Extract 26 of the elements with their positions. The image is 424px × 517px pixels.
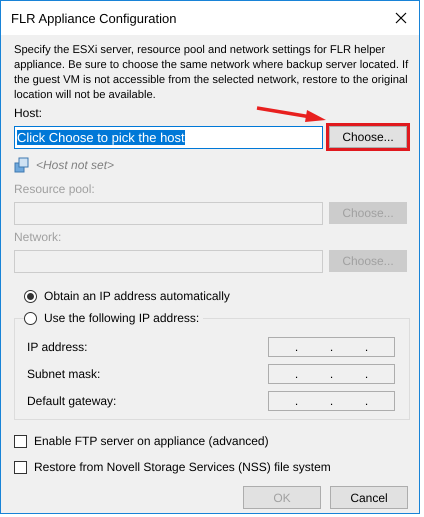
radio-label: Use the following IP address: [44, 311, 200, 325]
ip-address-field[interactable]: . . . [268, 337, 395, 357]
field-label: Subnet mask: [27, 367, 100, 381]
checkbox-label: Enable FTP server on appliance (advanced) [34, 434, 269, 448]
radio-button[interactable] [24, 312, 37, 324]
description-text: Specify the ESXi server, resource pool and network settings for FLR helper appliance. Be sure to choose the same network where backup server located. If the guest VM is not accessible from the selected network, restore to the original location will not be available. [14, 43, 410, 103]
dialog-button[interactable]: Cancel [330, 486, 408, 509]
field-label: Resource pool: [14, 182, 95, 197]
radio-label: Obtain an IP address automatically [44, 289, 230, 303]
choose-button[interactable]: Choose... [329, 126, 407, 148]
checkbox[interactable] [14, 460, 27, 474]
radio-button[interactable] [24, 290, 37, 302]
ip-address-field[interactable]: . . . [268, 391, 395, 411]
close-icon[interactable] [395, 12, 407, 24]
host-status: <Host not set> [36, 158, 114, 172]
arrow [255, 105, 327, 123]
field-label: Network: [14, 230, 62, 245]
checkbox[interactable] [14, 434, 27, 448]
ip-address-field[interactable]: . . . [268, 364, 395, 384]
field-label: Default gateway: [27, 394, 116, 408]
host-field[interactable]: Click Choose to pick the host [14, 126, 323, 148]
host-label: Host: [14, 106, 42, 121]
field-label: IP address: [27, 340, 88, 354]
host-icon [14, 157, 30, 173]
window-title: FLR Appliance Configuration [11, 10, 176, 26]
checkbox-label: Restore from Novell Storage Services (NSS) file system [34, 460, 331, 474]
